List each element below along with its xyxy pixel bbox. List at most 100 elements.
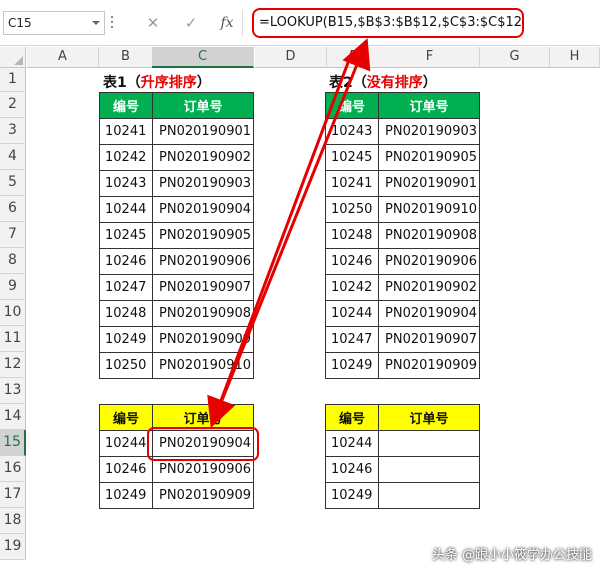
formula-input[interactable]: =LOOKUP(B15,$B$3:$B$12,$C$3:$C$12): [252, 8, 524, 38]
column-header-d[interactable]: D: [255, 47, 327, 68]
header-order-no[interactable]: 订单号: [152, 92, 254, 119]
row-header-10[interactable]: 10: [0, 300, 26, 326]
row-header-1[interactable]: 1: [0, 68, 26, 92]
row-header-4[interactable]: 4: [0, 144, 26, 170]
cancel-icon[interactable]: ✕: [140, 12, 166, 34]
column-header-f[interactable]: F: [380, 47, 480, 68]
table-row: 10248 PN020190908: [325, 222, 480, 249]
cell-order-no[interactable]: PN020190910: [152, 352, 254, 379]
cell-id[interactable]: 10247: [325, 326, 379, 353]
cell-id[interactable]: 10246: [99, 248, 153, 275]
column-header-c[interactable]: C: [152, 47, 254, 68]
cell-order-no[interactable]: PN020190906: [152, 248, 254, 275]
cell-order-no[interactable]: PN020190905: [152, 222, 254, 249]
row-header-17[interactable]: 17: [0, 482, 26, 508]
cell-id[interactable]: 10247: [99, 274, 153, 301]
row-header-7[interactable]: 7: [0, 222, 26, 248]
enter-icon[interactable]: ✓: [178, 12, 204, 34]
cell-order-no[interactable]: PN020190905: [378, 144, 480, 171]
cell-order-no[interactable]: PN020190909: [152, 482, 254, 509]
cell-id[interactable]: 10250: [325, 196, 379, 223]
cell-id[interactable]: 10244: [325, 430, 379, 457]
cell-order-no[interactable]: PN020190901: [152, 118, 254, 145]
cell-id[interactable]: 10243: [99, 170, 153, 197]
row-header-16[interactable]: 16: [0, 456, 26, 482]
column-header-e[interactable]: E: [327, 47, 381, 68]
cell-order-no[interactable]: PN020190902: [152, 144, 254, 171]
table-row: 10249: [325, 482, 480, 509]
row-header-2[interactable]: 2: [0, 92, 26, 118]
cell-id[interactable]: 10242: [99, 144, 153, 171]
header-order-no[interactable]: 订单号: [378, 92, 480, 119]
cell-order-no[interactable]: [378, 430, 480, 457]
cell-id[interactable]: 10245: [99, 222, 153, 249]
header-id[interactable]: 编号: [325, 92, 379, 119]
cell-order-no[interactable]: PN020190908: [378, 222, 480, 249]
cell-id[interactable]: 10249: [99, 326, 153, 353]
row-header-13[interactable]: 13: [0, 378, 26, 404]
cell-id[interactable]: 10242: [325, 274, 379, 301]
table-row: 10246 PN020190906: [99, 248, 254, 275]
row-header-14[interactable]: 14: [0, 404, 26, 430]
cell-order-no[interactable]: PN020190902: [378, 274, 480, 301]
cell-id[interactable]: 10249: [99, 482, 153, 509]
table-row: 10248 PN020190908: [99, 300, 254, 327]
cell-id[interactable]: 10243: [325, 118, 379, 145]
cell-order-no[interactable]: PN020190903: [378, 118, 480, 145]
row-header-19[interactable]: 19: [0, 534, 26, 560]
cell-id[interactable]: 10241: [99, 118, 153, 145]
worksheet-grid[interactable]: 表1（升序排序） 编号 订单号 10241 PN020190901 10242 PN020…: [27, 68, 600, 573]
row-header-3[interactable]: 3: [0, 118, 26, 144]
row-header-8[interactable]: 8: [0, 248, 26, 274]
cell-order-no[interactable]: PN020190908: [152, 300, 254, 327]
cell-id[interactable]: 10249: [325, 352, 379, 379]
cell-order-no[interactable]: PN020190901: [378, 170, 480, 197]
cell-order-no[interactable]: PN020190903: [152, 170, 254, 197]
cell-id[interactable]: 10244: [325, 300, 379, 327]
column-header-g[interactable]: G: [480, 47, 550, 68]
column-header-b[interactable]: B: [99, 47, 153, 68]
cell-id[interactable]: 10248: [99, 300, 153, 327]
cell-order-no[interactable]: PN020190907: [152, 274, 254, 301]
table-row: 10249 PN020190909: [99, 326, 254, 353]
row-header-9[interactable]: 9: [0, 274, 26, 300]
row-header-18[interactable]: 18: [0, 508, 26, 534]
row-header-6[interactable]: 6: [0, 196, 26, 222]
cell-order-no[interactable]: PN020190909: [152, 326, 254, 353]
table-row: 10244 PN020190904: [325, 300, 480, 327]
column-header-a[interactable]: A: [27, 47, 99, 68]
row-header-5[interactable]: 5: [0, 170, 26, 196]
active-cell-highlight[interactable]: [147, 427, 259, 461]
cell-id[interactable]: 10244: [99, 196, 153, 223]
header-id[interactable]: 编号: [325, 404, 379, 431]
cell-id[interactable]: 10246: [99, 456, 153, 483]
table1-title: 表1（升序排序）: [103, 75, 211, 91]
header-order-no[interactable]: 订单号: [378, 404, 480, 431]
cell-order-no[interactable]: PN020190904: [378, 300, 480, 327]
row-header-15[interactable]: 15: [0, 430, 26, 456]
cell-id[interactable]: 10241: [325, 170, 379, 197]
cell-id[interactable]: 10246: [325, 456, 379, 483]
header-id[interactable]: 编号: [99, 92, 153, 119]
header-id[interactable]: 编号: [99, 404, 153, 431]
row-header-11[interactable]: 11: [0, 326, 26, 352]
chevron-down-icon[interactable]: [92, 21, 100, 25]
name-box[interactable]: C15: [3, 11, 105, 35]
cell-id[interactable]: 10248: [325, 222, 379, 249]
cell-id[interactable]: 10250: [99, 352, 153, 379]
cell-order-no[interactable]: PN020190906: [378, 248, 480, 275]
cell-order-no[interactable]: PN020190907: [378, 326, 480, 353]
column-header-h[interactable]: H: [550, 47, 600, 68]
cell-order-no[interactable]: [378, 456, 480, 483]
cell-order-no[interactable]: [378, 482, 480, 509]
cell-order-no[interactable]: PN020190910: [378, 196, 480, 223]
cell-id[interactable]: 10244: [99, 430, 153, 457]
cell-order-no[interactable]: PN020190904: [152, 196, 254, 223]
cell-order-no[interactable]: PN020190909: [378, 352, 480, 379]
cell-id[interactable]: 10245: [325, 144, 379, 171]
cell-id[interactable]: 10246: [325, 248, 379, 275]
insert-function-icon[interactable]: fx: [214, 12, 240, 34]
row-header-12[interactable]: 12: [0, 352, 26, 378]
cell-id[interactable]: 10249: [325, 482, 379, 509]
select-all-corner[interactable]: [0, 47, 26, 68]
